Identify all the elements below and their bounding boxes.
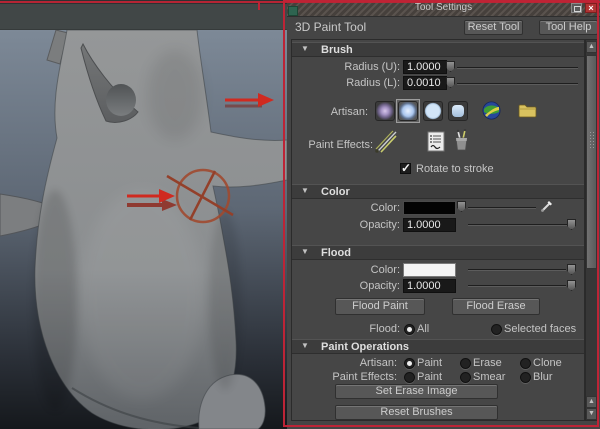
color-opacity-field[interactable]: 1.0000 — [403, 218, 456, 232]
panel-titlebar[interactable]: Tool Settings × — [287, 0, 600, 17]
radius-u-slider[interactable] — [457, 67, 578, 69]
paintfx-blur-label: Blur — [533, 371, 553, 383]
flood-color-swatch[interactable] — [403, 263, 456, 277]
color-swatch[interactable] — [403, 201, 456, 215]
brush-section-title: Brush — [321, 44, 353, 56]
paintfx-paint-radio[interactable] — [404, 372, 415, 383]
close-window-button[interactable]: × — [585, 3, 597, 13]
ops-artisan-label: Artisan: — [359, 357, 397, 369]
artisan-clone-radio[interactable] — [520, 358, 531, 369]
collapse-icon: ▼ — [301, 247, 309, 256]
paintfx-smear-label: Smear — [473, 371, 506, 383]
viewport-top-edge — [0, 0, 287, 4]
screenshot-root: Tool Settings × 3D Paint Tool Reset Tool… — [0, 0, 600, 429]
tool-name-label: 3D Paint Tool — [295, 20, 367, 34]
dock-grip-icon[interactable] — [288, 6, 298, 16]
color-section-title: Color — [321, 186, 350, 198]
panel-title: Tool Settings — [414, 2, 473, 13]
artisan-paint-label: Paint — [417, 357, 443, 369]
rotate-to-stroke-label: Rotate to stroke — [416, 163, 494, 175]
scrollbar-thumb[interactable] — [586, 55, 597, 269]
flood-opacity-label: Opacity: — [359, 280, 400, 292]
brush-holder-icon[interactable] — [453, 129, 470, 152]
tool-help-button[interactable]: Tool Help — [539, 20, 598, 35]
paintfx-smear-radio[interactable] — [460, 372, 471, 383]
flood-opacity-field[interactable]: 1.0000 — [403, 279, 456, 293]
reset-brushes-button[interactable]: Reset Brushes — [335, 405, 498, 420]
restore-window-button[interactable] — [571, 3, 582, 13]
set-erase-image-button[interactable]: Set Erase Image — [335, 384, 498, 399]
radius-l-slider[interactable] — [457, 83, 578, 85]
artisan-clone-label: Clone — [533, 357, 562, 369]
check-icon: ✓ — [401, 161, 412, 175]
flood-section-header[interactable]: ▼ Flood — [292, 245, 584, 260]
artisan-erase-radio[interactable] — [460, 358, 471, 369]
viewport-3d[interactable] — [0, 0, 287, 429]
flood-color-slider[interactable] — [468, 269, 566, 271]
scroll-up-button[interactable]: ▲ — [586, 41, 597, 53]
model-ear-pocket — [106, 84, 136, 116]
radius-u-field[interactable]: 1.0000 — [403, 60, 447, 74]
scrollbar-grip-icon — [589, 131, 594, 149]
model-shadow-right — [209, 210, 241, 390]
ops-paint-effects-label: Paint Effects: — [332, 371, 397, 383]
paint-effects-label: Paint Effects: — [308, 139, 373, 151]
radius-l-label: Radius (L): — [346, 77, 400, 89]
paintfx-brush-icon[interactable] — [373, 130, 398, 155]
collapse-icon: ▼ — [301, 186, 309, 195]
flood-all-radio[interactable] — [404, 324, 415, 335]
model-belly-highlight — [80, 190, 204, 400]
script-page-icon[interactable] — [427, 131, 445, 152]
brush-section-header[interactable]: ▼ Brush — [292, 42, 584, 57]
flood-selected-faces-label: Selected faces — [504, 323, 577, 335]
eyedropper-icon[interactable] — [540, 199, 554, 213]
collapse-icon: ▼ — [301, 44, 309, 53]
paintfx-paint-label: Paint — [417, 371, 443, 383]
sphere-image-icon[interactable] — [482, 101, 501, 120]
artisan-label: Artisan: — [330, 106, 368, 118]
color-section-header[interactable]: ▼ Color — [292, 184, 584, 199]
rotate-to-stroke-checkbox[interactable]: ✓ — [400, 161, 412, 175]
flood-section-title: Flood — [321, 247, 351, 259]
model-shadow-left — [33, 190, 77, 410]
soft-mid-falloff-brush-icon[interactable] — [398, 101, 418, 121]
solid-circle-brush-icon[interactable] — [423, 101, 443, 121]
flood-opacity-slider[interactable] — [468, 285, 566, 287]
radius-l-field[interactable]: 0.0010 — [403, 76, 447, 90]
color-label: Color: — [370, 202, 400, 214]
artisan-paint-radio[interactable] — [404, 358, 415, 369]
viewport-scene — [0, 0, 287, 429]
paint-operations-section-header[interactable]: ▼ Paint Operations — [292, 339, 584, 354]
radius-u-label: Radius (U): — [344, 61, 400, 73]
flood-erase-button[interactable]: Flood Erase — [452, 298, 540, 315]
restore-icon — [574, 6, 581, 12]
flood-color-label: Color: — [370, 264, 400, 276]
color-opacity-slider[interactable] — [468, 224, 568, 226]
reset-tool-button[interactable]: Reset Tool — [464, 20, 523, 35]
scroll-down-button[interactable]: ▼ — [586, 408, 597, 420]
square-brush-icon[interactable] — [448, 101, 468, 121]
viewport-top-bar — [0, 0, 287, 30]
paintfx-blur-radio[interactable] — [520, 372, 531, 383]
model-neck-shadow — [147, 50, 203, 140]
collapse-icon: ▼ — [301, 341, 309, 350]
flood-paint-button[interactable]: Flood Paint — [335, 298, 425, 315]
flood-all-label: All — [417, 323, 430, 335]
artisan-erase-label: Erase — [473, 357, 502, 369]
viewport-bar-divider — [0, 29, 287, 30]
paint-operations-section-title: Paint Operations — [321, 341, 410, 353]
tool-settings-panel: Tool Settings × 3D Paint Tool Reset Tool… — [287, 0, 600, 429]
color-opacity-label: Opacity: — [359, 219, 400, 231]
soft-low-falloff-brush-icon[interactable] — [375, 101, 395, 121]
folder-icon[interactable] — [518, 103, 537, 118]
color-slider[interactable] — [468, 207, 536, 209]
flood-radio-label: Flood: — [369, 323, 400, 335]
flood-selected-faces-radio[interactable] — [491, 324, 502, 335]
scroll-up-button-bottom[interactable]: ▲ — [586, 396, 597, 408]
